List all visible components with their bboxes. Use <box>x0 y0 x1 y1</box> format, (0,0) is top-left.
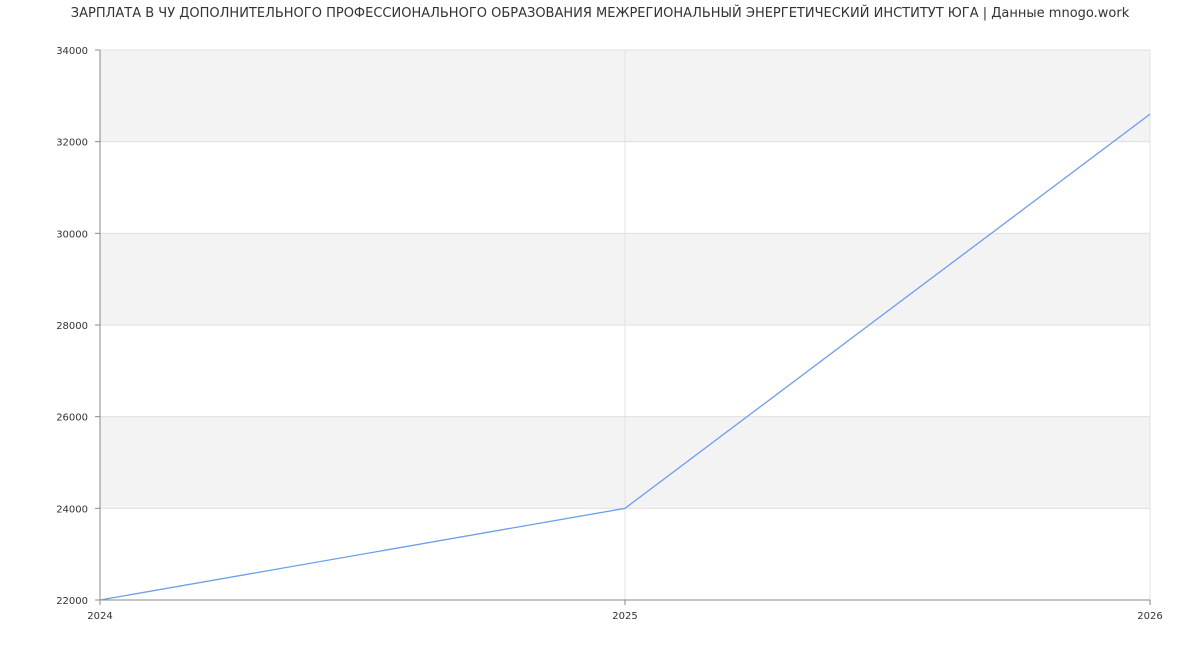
y-tick-label: 34000 <box>56 46 88 57</box>
x-tick-label: 2026 <box>1137 611 1162 622</box>
y-tick-label: 32000 <box>56 138 88 149</box>
y-tick-label: 28000 <box>56 321 88 332</box>
y-tick-label: 26000 <box>56 413 88 424</box>
x-tick-label: 2024 <box>87 611 112 622</box>
y-tick-label: 24000 <box>56 504 88 515</box>
x-axis-ticks: 2024 2025 2026 <box>87 600 1163 622</box>
y-axis-ticks: 22000 24000 26000 28000 30000 32000 34000 <box>56 46 100 607</box>
y-tick-label: 22000 <box>56 596 88 607</box>
y-tick-label: 30000 <box>56 229 88 240</box>
line-chart: 22000 24000 26000 28000 30000 32000 34000 2024… <box>56 46 1163 622</box>
x-tick-label: 2025 <box>612 611 637 622</box>
